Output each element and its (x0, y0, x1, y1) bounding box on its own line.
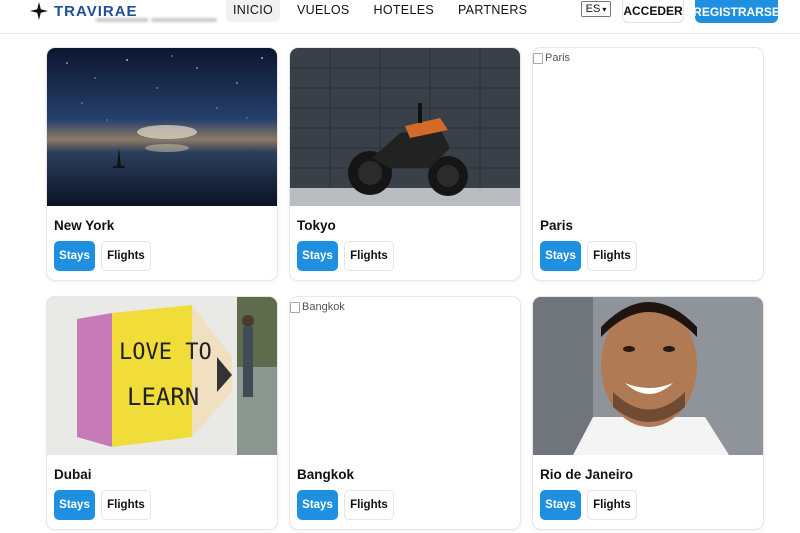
destination-image-broken: Bangkok (290, 297, 520, 455)
destination-card-bangkok[interactable]: Bangkok Bangkok Stays Flights (289, 296, 521, 530)
destination-image-broken: Paris (533, 48, 763, 206)
card-actions: Stays Flights (540, 490, 763, 520)
destination-card-rio-de-janeiro[interactable]: Rio de Janeiro Stays Flights (532, 296, 764, 530)
destination-image-night-lake (47, 48, 277, 206)
destination-title: Rio de Janeiro (540, 467, 634, 482)
login-button[interactable]: ACCEDER (622, 0, 684, 23)
svg-text:LOVE TO: LOVE TO (119, 340, 212, 365)
broken-image-alt: Bangkok (290, 301, 345, 313)
flights-button[interactable]: Flights (101, 241, 151, 271)
nav-hoteles[interactable]: HOTELES (367, 0, 441, 22)
destination-image-pencil-sign: LOVE TO LEARN (47, 297, 277, 455)
destination-image-portrait (533, 297, 763, 455)
broken-image-icon (290, 301, 300, 313)
destination-card-new-york[interactable]: New York Stays Flights (46, 47, 278, 281)
card-actions: Stays Flights (297, 241, 520, 271)
flights-button[interactable]: Flights (587, 241, 637, 271)
card-actions: Stays Flights (297, 490, 520, 520)
nav-partners[interactable]: PARTNERS (451, 0, 534, 22)
destination-title: Bangkok (297, 467, 355, 482)
faded-tagline: ▬▬▬▬ ▬▬▬▬▬ (96, 10, 217, 25)
destination-title: Tokyo (297, 218, 336, 233)
flights-button[interactable]: Flights (344, 241, 394, 271)
stays-button[interactable]: Stays (297, 490, 338, 520)
sparkle-icon (30, 2, 48, 20)
nav-inicio[interactable]: INICIO (226, 0, 280, 22)
destination-title: New York (54, 218, 115, 233)
destination-title: Paris (540, 218, 574, 233)
flights-button[interactable]: Flights (101, 490, 151, 520)
image-alt-text: Paris (545, 52, 571, 64)
top-navigation-bar: TRAVIRAE ▬▬▬▬ ▬▬▬▬▬ INICIO VUELOS HOTELE… (0, 0, 800, 34)
destination-card-paris[interactable]: Paris Paris Stays Flights (532, 47, 764, 281)
card-actions: Stays Flights (54, 241, 277, 271)
flights-button[interactable]: Flights (344, 490, 394, 520)
stays-button[interactable]: Stays (540, 241, 581, 271)
image-alt-text: Bangkok (302, 301, 345, 313)
language-value: ES (585, 3, 601, 15)
destination-card-dubai[interactable]: LOVE TO LEARN Dubai Stays Flights (46, 296, 278, 530)
destinations-grid: New York Stays Flights Tokyo Stays Fligh… (46, 47, 764, 530)
broken-image-icon (533, 52, 543, 64)
register-button[interactable]: REGISTRARSE (693, 0, 780, 23)
destination-title: Dubai (54, 467, 92, 482)
chevron-down-icon: ▾ (602, 4, 607, 14)
stays-button[interactable]: Stays (540, 490, 581, 520)
destination-card-tokyo[interactable]: Tokyo Stays Flights (289, 47, 521, 281)
card-actions: Stays Flights (54, 490, 277, 520)
flights-button[interactable]: Flights (587, 490, 637, 520)
main-nav: INICIO VUELOS HOTELES PARTNERS (226, 0, 544, 22)
card-actions: Stays Flights (540, 241, 763, 271)
destination-image-motorcycle (290, 48, 520, 206)
stays-button[interactable]: Stays (54, 241, 95, 271)
language-select[interactable]: ES ▾ (581, 1, 611, 17)
stays-button[interactable]: Stays (297, 241, 338, 271)
nav-vuelos[interactable]: VUELOS (290, 0, 357, 22)
broken-image-alt: Paris (533, 52, 570, 64)
stays-button[interactable]: Stays (54, 490, 95, 520)
svg-text:LEARN: LEARN (127, 383, 199, 411)
